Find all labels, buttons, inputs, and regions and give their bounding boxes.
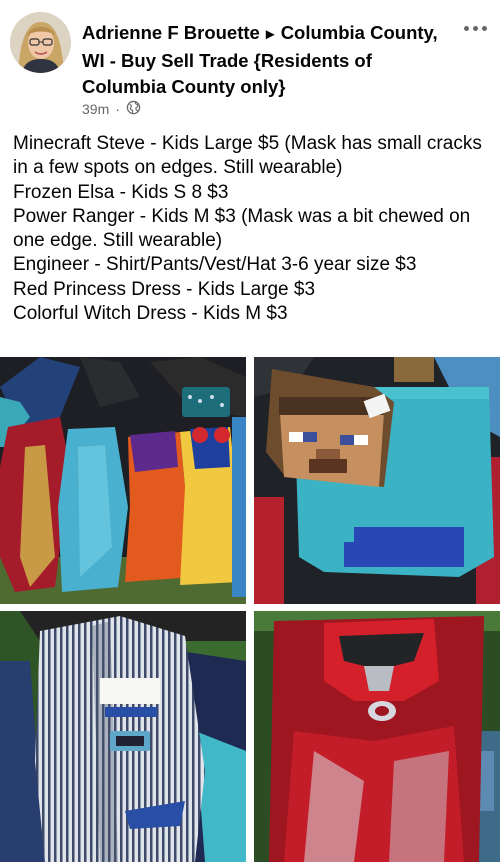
post-header: Adrienne F Brouette ► Columbia County, WI … bbox=[0, 0, 500, 122]
arrow-right-icon: ► bbox=[262, 26, 278, 43]
post-line: Power Ranger - Kids M $3 (Mask was a bit… bbox=[13, 205, 471, 252]
photo-minecraft-steve[interactable] bbox=[254, 357, 500, 604]
post-timestamp[interactable]: 39m bbox=[82, 101, 109, 117]
post-line: Frozen Elsa - Kids S 8 $3 bbox=[13, 181, 229, 203]
photo-engineer-vest[interactable] bbox=[0, 611, 246, 862]
post-line: Colorful Witch Dress - Kids M $3 bbox=[13, 303, 288, 325]
author-name[interactable]: Adrienne F Brouette bbox=[82, 22, 260, 43]
meta-separator: · bbox=[115, 101, 120, 117]
post-meta: 39m · bbox=[82, 100, 141, 118]
post-line: Minecraft Steve - Kids Large $5 (Mask ha… bbox=[13, 133, 482, 179]
photo-costumes-laid-out[interactable] bbox=[0, 357, 246, 604]
more-options-icon[interactable] bbox=[460, 16, 490, 40]
photo-power-ranger[interactable] bbox=[254, 611, 500, 862]
post-author-line: Adrienne F Brouette ► Columbia County, WI … bbox=[82, 20, 452, 100]
photo-grid bbox=[0, 357, 500, 862]
post-body: Minecraft Steve - Kids Large $5 (Mask ha… bbox=[13, 132, 493, 326]
globe-icon bbox=[126, 100, 141, 118]
post-line: Engineer - Shirt/Pants/Vest/Hat 3-6 year… bbox=[13, 254, 417, 276]
post-line: Red Princess Dress - Kids Large $3 bbox=[13, 278, 316, 300]
author-avatar[interactable] bbox=[10, 12, 71, 73]
